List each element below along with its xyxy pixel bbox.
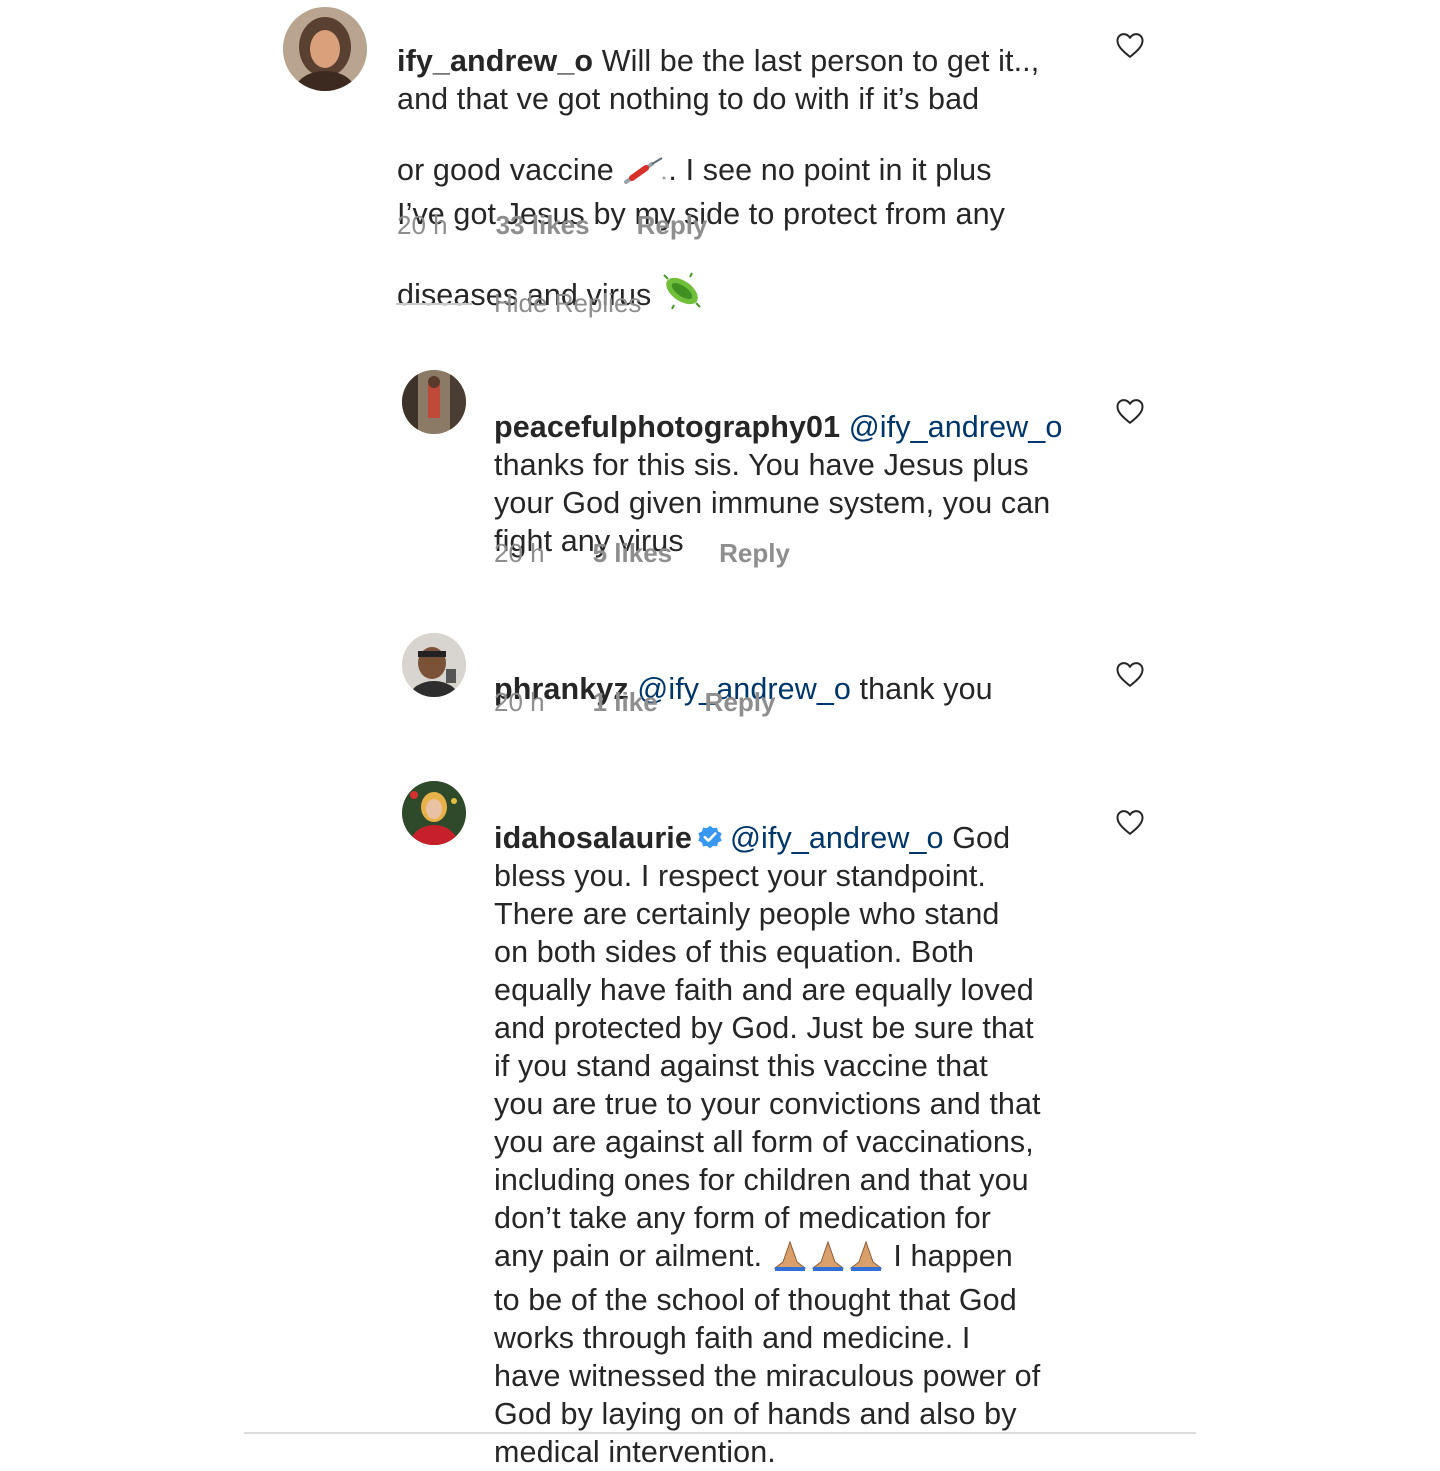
avatar[interactable] [402, 781, 466, 845]
folded-hands-emoji [771, 1240, 885, 1281]
bottom-divider [244, 1432, 1196, 1434]
hide-replies-button[interactable]: Hide Replies [396, 288, 641, 319]
timestamp: 20 h [397, 210, 448, 240]
timestamp: 20 h [494, 538, 545, 568]
avatar[interactable] [283, 7, 367, 91]
avatar[interactable] [402, 633, 466, 697]
timestamp: 20 h [494, 687, 545, 717]
likes-count[interactable]: 1 like [593, 687, 658, 718]
username[interactable]: ify_andrew_o [397, 44, 593, 78]
reply-button[interactable]: Reply [719, 538, 790, 569]
comment-body-part-b: I happen to be of the school of thought … [494, 1239, 1041, 1469]
heart-outline-icon[interactable] [1115, 397, 1145, 425]
comment-text: idahosalaurie @ify_andrew_o God bless you… [494, 781, 1114, 1471]
comment-meta: 20 h 5 likes Reply [494, 538, 790, 569]
heart-outline-icon[interactable] [1115, 31, 1145, 59]
heart-outline-icon[interactable] [1115, 808, 1145, 836]
verified-badge-icon [696, 823, 724, 851]
comment-meta: 20 h 1 like Reply [494, 687, 775, 718]
username[interactable]: peacefulphotography01 [494, 410, 840, 444]
mention-link[interactable]: @ify_andrew_o [849, 410, 1063, 444]
avatar[interactable] [402, 370, 466, 434]
likes-count[interactable]: 33 likes [496, 210, 590, 241]
microbe-emoji [660, 233, 704, 320]
reply-button[interactable]: Reply [637, 210, 708, 241]
username[interactable]: idahosalaurie [494, 821, 692, 855]
mention-link[interactable]: @ify_andrew_o [730, 821, 944, 855]
heart-outline-icon[interactable] [1115, 660, 1145, 688]
divider-line [396, 302, 472, 305]
syringe-emoji [622, 118, 668, 195]
comment-body: thank you [859, 672, 993, 706]
reply-button[interactable]: Reply [705, 687, 776, 718]
comment-meta: 20 h 33 likes Reply [397, 210, 707, 241]
comment-text: ify_andrew_o Will be the last person to … [397, 4, 1087, 320]
hide-replies-label: Hide Replies [494, 288, 642, 318]
likes-count[interactable]: 5 likes [593, 538, 673, 569]
comment-body-part-a: God bless you. I respect your standpoint… [494, 821, 1041, 1273]
comment-text: peacefulphotography01 @ify_andrew_o than… [494, 370, 1094, 560]
